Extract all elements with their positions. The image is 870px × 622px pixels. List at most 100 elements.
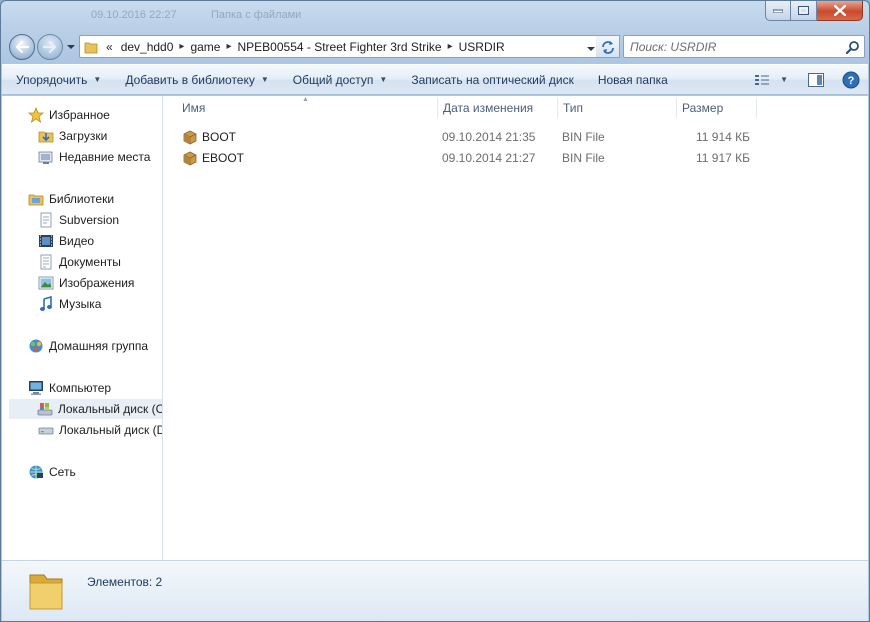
sidebar-item-computer[interactable]: Компьютер: [28, 378, 111, 398]
caption-buttons: [765, 1, 863, 21]
sidebar-item-label: Недавние места: [59, 150, 151, 164]
file-list[interactable]: ▲ Имя Дата изменения Тип Размер BOOT 09.…: [164, 96, 868, 560]
file-name-cell: EBOOT: [182, 148, 244, 168]
recent-places-icon: [38, 149, 54, 165]
column-header-size[interactable]: Размер: [676, 96, 756, 120]
refresh-button[interactable]: [596, 35, 620, 58]
file-name-cell: BOOT: [182, 127, 236, 147]
search-box[interactable]: [623, 35, 865, 58]
sidebar-item-label: Документы: [59, 255, 121, 269]
chevron-down-icon: ▼: [379, 75, 388, 84]
sidebar-item-label: Subversion: [59, 213, 120, 227]
address-overflow[interactable]: «: [102, 40, 117, 54]
system-drive-icon: [37, 401, 53, 417]
sidebar-item-label: Сеть: [49, 465, 76, 479]
search-icon[interactable]: [845, 40, 860, 57]
forward-button[interactable]: [37, 34, 63, 60]
sidebar-item-downloads[interactable]: Загрузки: [38, 126, 107, 146]
organize-button[interactable]: Упорядочить ▼: [2, 65, 113, 94]
address-segment-dev-hdd0[interactable]: dev_hdd0: [117, 40, 178, 54]
maximize-button[interactable]: [791, 1, 817, 21]
column-header-label: Дата изменения: [443, 101, 534, 115]
back-button[interactable]: [9, 34, 35, 60]
sidebar-item-libraries[interactable]: Библиотеки: [28, 189, 114, 209]
sidebar-item-label: Видео: [59, 234, 95, 248]
pictures-icon: [38, 275, 54, 291]
package-file-icon: [182, 129, 198, 145]
breadcrumb-separator-icon[interactable]: ▸: [177, 41, 186, 52]
burn-button[interactable]: Записать на оптический диск: [399, 65, 586, 94]
chevron-down-icon: [67, 45, 75, 49]
sidebar-item-favorites[interactable]: Избранное: [28, 105, 110, 125]
column-divider[interactable]: [756, 98, 757, 118]
column-header-type[interactable]: Тип: [557, 96, 676, 120]
organize-label: Упорядочить: [16, 72, 88, 87]
refresh-icon: [601, 40, 614, 54]
details-pane: Элементов: 2: [2, 560, 868, 621]
column-header-date[interactable]: Дата изменения: [437, 96, 557, 120]
sidebar-item-homegroup[interactable]: Домашняя группа: [28, 336, 148, 356]
folder-icon: [84, 42, 98, 53]
help-button[interactable]: ?: [842, 71, 860, 89]
address-bar[interactable]: « dev_hdd0 ▸ game ▸ NPEB00554 - Street F…: [79, 35, 601, 58]
sidebar-item-recent-places[interactable]: Недавние места: [38, 147, 150, 167]
background-ghost-label-1: Папка с файлами: [211, 9, 302, 21]
downloads-icon: [38, 128, 54, 144]
homegroup-icon: [28, 338, 44, 354]
computer-icon: [28, 380, 44, 396]
navigation-pane[interactable]: Избранное Загрузки Недавние места Библио…: [2, 96, 163, 560]
close-button[interactable]: [817, 1, 863, 21]
file-date: 09.10.2014 21:27: [442, 151, 536, 165]
sidebar-item-pictures[interactable]: Изображения: [38, 273, 134, 293]
sidebar-item-subversion[interactable]: Subversion: [38, 210, 119, 230]
sidebar-item-video[interactable]: Видео: [38, 231, 94, 251]
sidebar-item-label: Изображения: [59, 276, 135, 290]
search-input[interactable]: [624, 36, 838, 57]
help-icon: ?: [842, 71, 860, 88]
address-segment-npeb00554[interactable]: NPEB00554 - Street Fighter 3rd Strike: [234, 40, 446, 54]
minimize-button[interactable]: [765, 1, 791, 21]
video-icon: [38, 233, 54, 249]
sidebar-item-label: Загрузки: [59, 129, 108, 143]
column-header-label: Имя: [182, 101, 206, 115]
file-name: EBOOT: [202, 151, 245, 165]
share-button[interactable]: Общий доступ ▼: [281, 65, 400, 94]
view-options-button[interactable]: ▼: [754, 74, 788, 86]
sidebar-item-documents[interactable]: Документы: [38, 252, 121, 272]
package-file-icon: [182, 150, 198, 166]
toolbar-right: ▼ ?: [754, 65, 860, 94]
recent-pages-dropdown[interactable]: [66, 41, 76, 51]
breadcrumb-separator-icon[interactable]: ▸: [224, 41, 233, 52]
sidebar-item-label: Локальный диск (D: [59, 423, 163, 437]
address-segment-usrdir[interactable]: USRDIR: [455, 40, 509, 54]
drive-icon: [38, 422, 54, 438]
sidebar-item-label: Избранное: [49, 108, 110, 122]
chevron-down-icon: [587, 47, 595, 51]
close-icon: [833, 5, 846, 16]
file-row-boot[interactable]: BOOT 09.10.2014 21:35 BIN File 11 914 КБ: [178, 127, 758, 147]
background-ghost-date-1: 09.10.2016 22:27: [91, 9, 177, 21]
documents-icon: [38, 254, 54, 270]
preview-pane-button[interactable]: [808, 72, 824, 87]
address-dropdown[interactable]: [586, 42, 596, 56]
file-row-eboot[interactable]: EBOOT 09.10.2014 21:27 BIN File 11 917 К…: [178, 148, 758, 168]
chevron-down-icon: ▼: [780, 75, 788, 84]
sidebar-item-music[interactable]: Музыка: [38, 294, 101, 314]
sidebar-item-drive-d[interactable]: Локальный диск (D: [38, 420, 163, 440]
file-size: 11 914 КБ: [695, 130, 750, 144]
add-to-library-button[interactable]: Добавить в библиотеку ▼: [113, 65, 280, 94]
preview-pane-icon: [808, 72, 824, 87]
breadcrumb-separator-icon[interactable]: ▸: [446, 41, 455, 52]
svg-text:?: ?: [848, 75, 855, 87]
share-label: Общий доступ: [292, 72, 374, 87]
minimize-icon: [773, 9, 783, 13]
column-header-label: Размер: [682, 101, 724, 115]
sidebar-item-drive-c[interactable]: Локальный диск (C: [9, 399, 162, 419]
new-folder-button[interactable]: Новая папка: [586, 65, 680, 94]
item-count: Элементов: 2: [87, 575, 163, 589]
column-header-name[interactable]: Имя: [176, 96, 438, 120]
library-doc-icon: [38, 212, 54, 228]
address-segment-game[interactable]: game: [186, 40, 224, 54]
sidebar-item-network[interactable]: Сеть: [28, 462, 76, 482]
explorer-window: 09.10.2016 22:27 Папка с файлами « dev_h…: [0, 0, 870, 622]
